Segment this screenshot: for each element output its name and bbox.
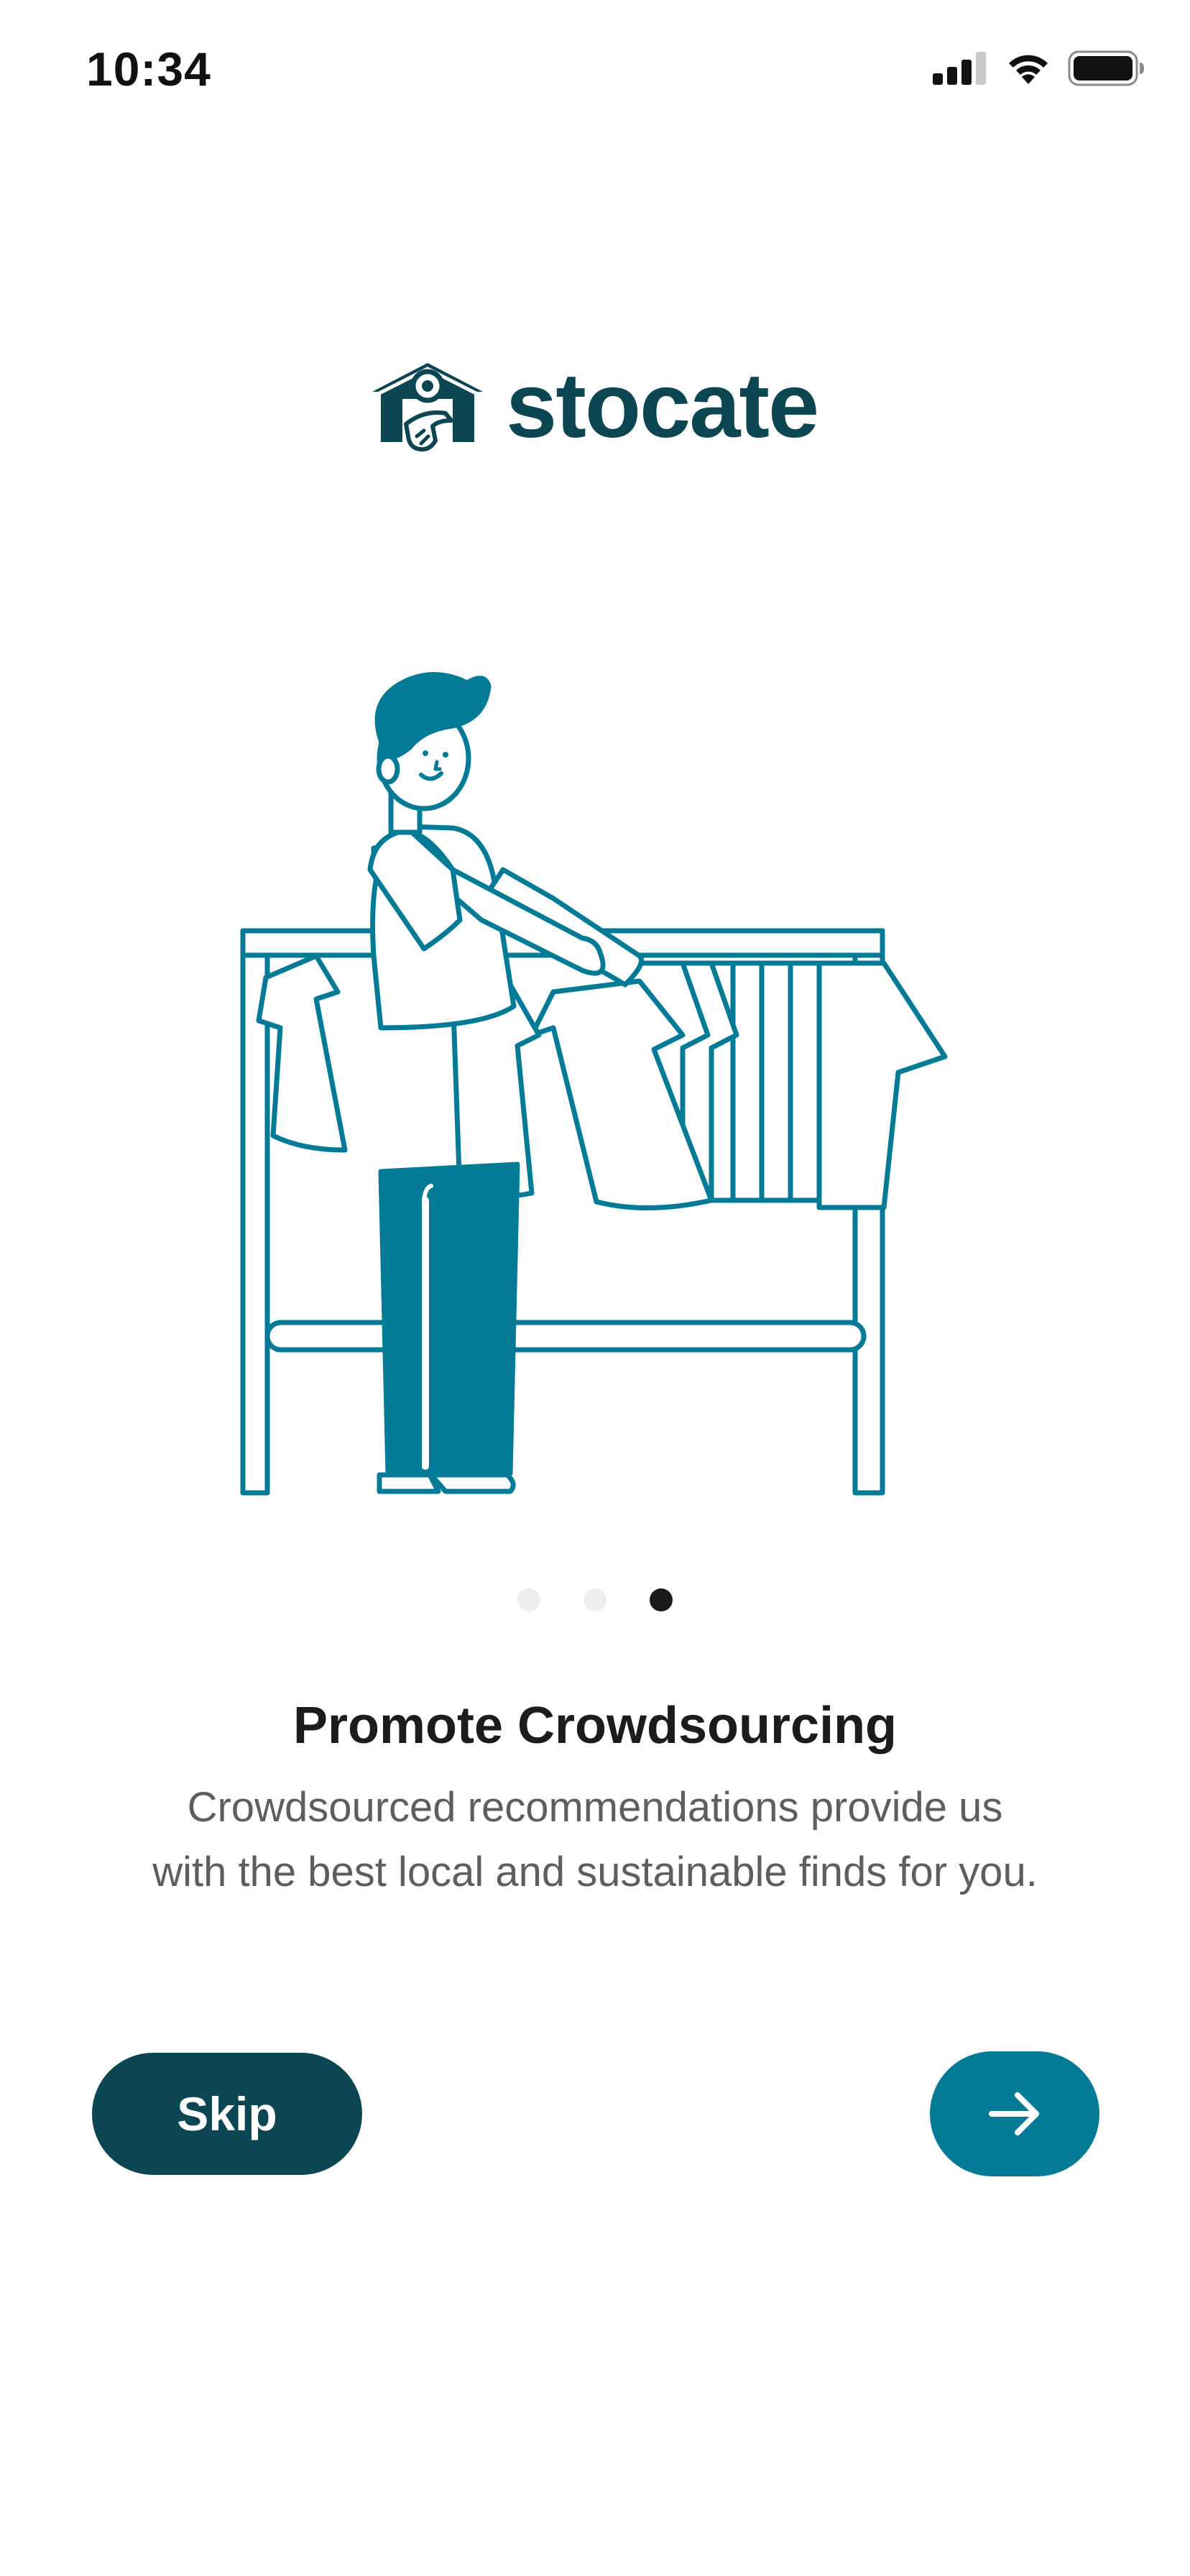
status-time: 10:34 [86,42,211,96]
page-dot-3-active [650,1588,673,1611]
description-line-1: Crowdsourced recommendations provide us [187,1784,1003,1831]
arrow-right-icon [989,2092,1039,2135]
status-bar: 10:34 [0,0,1190,144]
skip-button[interactable]: Skip [92,2053,362,2175]
onboarding-description: Crowdsourced recommendations provide us … [86,1775,1104,1905]
page-dot-2 [584,1588,606,1611]
logo-wordmark: stocate [506,354,819,457]
stocate-logo-icon [372,363,483,452]
person-browsing-clothing-rack-illustration [240,672,948,1496]
app-logo: stocate [366,352,834,460]
description-line-2: with the best local and sustainable find… [152,1849,1038,1895]
status-icons [933,50,1145,86]
cellular-signal-icon [933,52,986,85]
wifi-icon [1009,55,1048,84]
next-button[interactable] [930,2051,1099,2176]
page-indicator [0,1588,1190,1611]
onboarding-title: Promote Crowdsourcing [292,1697,898,1754]
page-dot-1 [517,1588,540,1611]
battery-icon [1068,50,1144,86]
